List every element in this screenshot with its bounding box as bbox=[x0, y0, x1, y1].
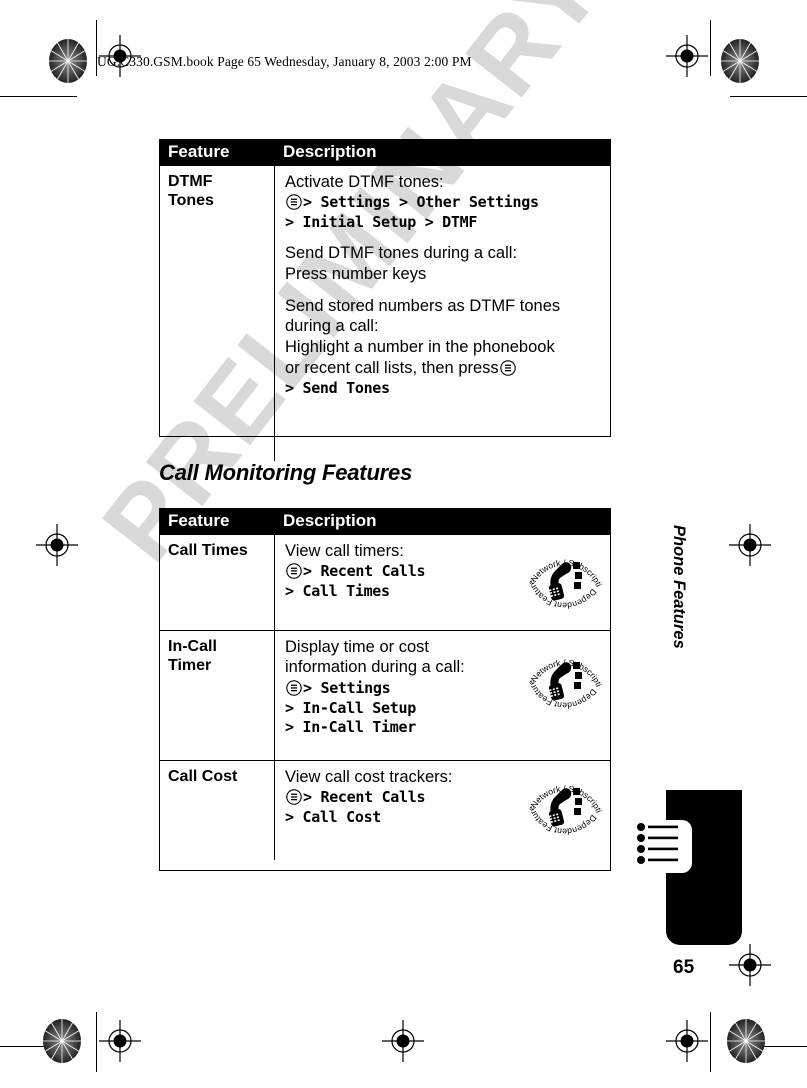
description-paragraph: Send DTMF tones during a call: Press num… bbox=[285, 243, 602, 285]
description-paragraph: Activate DTMF tones: > Settings > Other … bbox=[285, 172, 602, 232]
feature-name-line1: In-Call bbox=[168, 637, 217, 655]
paragraph-line: during a call: bbox=[285, 317, 379, 336]
column-header-description: Description bbox=[283, 511, 377, 530]
section-heading: Call Monitoring Features bbox=[159, 460, 413, 485]
menu-key-icon bbox=[286, 789, 302, 806]
menu-path-text: > Recent Calls bbox=[303, 788, 426, 807]
menu-path-line: > Send Tones bbox=[285, 378, 390, 397]
paragraph-text: or recent call lists, then press bbox=[285, 358, 499, 377]
column-header-feature: Feature bbox=[168, 511, 230, 530]
paragraph-line-with-key: or recent call lists, then press bbox=[285, 358, 602, 379]
feature-name-line1: DTMF bbox=[168, 172, 213, 190]
menu-path-text: > Settings bbox=[303, 679, 391, 698]
menu-key-icon bbox=[499, 360, 516, 376]
cell-feature: DTMF Tones bbox=[160, 165, 275, 461]
feature-name-line2: Tones bbox=[168, 192, 214, 210]
table-row: Call Cost View call cost trackers: > Rec… bbox=[160, 759, 610, 860]
menu-path-text: > Settings > Other Settings bbox=[303, 193, 539, 212]
network-dependent-badge-icon: Network / Subscription Dependent Feature bbox=[524, 641, 606, 719]
column-header-description: Description bbox=[283, 142, 377, 161]
network-dependent-badge-icon: Network / Subscription Dependent Feature bbox=[524, 541, 606, 619]
page-number: 65 bbox=[673, 957, 695, 978]
paragraph-line: Press number keys bbox=[285, 264, 427, 283]
paragraph-line: Highlight a number in the phonebook bbox=[285, 338, 555, 357]
paragraph-lead: Send stored numbers as DTMF tones bbox=[285, 296, 561, 315]
cell-description: Activate DTMF tones: > Settings > Other … bbox=[275, 166, 610, 461]
table-header-row: Feature Description bbox=[160, 140, 610, 165]
cell-feature: Call Cost bbox=[160, 760, 275, 860]
cell-feature: In-Call Timer bbox=[160, 630, 275, 760]
bulleted-list-icon bbox=[636, 822, 686, 872]
cell-feature: Call Times bbox=[160, 534, 275, 630]
call-monitoring-features-table: Feature Description Call Times View call… bbox=[159, 508, 611, 871]
cell-description: View call cost trackers: > Recent Calls … bbox=[275, 761, 610, 860]
cell-description: View call timers: > Recent Calls > Call … bbox=[275, 535, 610, 630]
column-header-feature: Feature bbox=[168, 142, 230, 161]
feature-name-line2: Timer bbox=[168, 657, 212, 675]
cell-description: Display time or cost information during … bbox=[275, 631, 610, 760]
menu-key-icon bbox=[286, 194, 302, 211]
menu-path-line: > In-Call Timer bbox=[285, 717, 416, 736]
paragraph-lead: Activate DTMF tones: bbox=[285, 172, 444, 191]
page-content: UG.C330.GSM.book Page 65 Wednesday, Janu… bbox=[0, 0, 807, 1088]
menu-key-icon bbox=[286, 563, 302, 580]
dtmf-features-table: Feature Description DTMF Tones Activate … bbox=[159, 139, 611, 461]
chapter-label: Phone Features bbox=[670, 525, 688, 649]
menu-path-text: > Recent Calls bbox=[303, 562, 426, 581]
menu-path-line: > Settings > Other Settings bbox=[285, 192, 602, 213]
table-row: Call Times View call timers: > Recent Ca… bbox=[160, 533, 610, 630]
menu-path-line: > Initial Setup > DTMF bbox=[285, 213, 478, 232]
table-header-row: Feature Description bbox=[160, 509, 610, 534]
table-row: DTMF Tones Activate DTMF tones: > Settin… bbox=[160, 164, 610, 461]
table-row: In-Call Timer Display time or cost infor… bbox=[160, 629, 610, 760]
description-paragraph: Send stored numbers as DTMF tones during… bbox=[285, 296, 602, 398]
book-header: UG.C330.GSM.book Page 65 Wednesday, Janu… bbox=[97, 54, 472, 69]
paragraph-lead: Send DTMF tones during a call: bbox=[285, 244, 518, 262]
menu-key-icon bbox=[286, 680, 302, 696]
network-dependent-badge-icon: Network / Subscription Dependent Feature bbox=[524, 767, 606, 845]
